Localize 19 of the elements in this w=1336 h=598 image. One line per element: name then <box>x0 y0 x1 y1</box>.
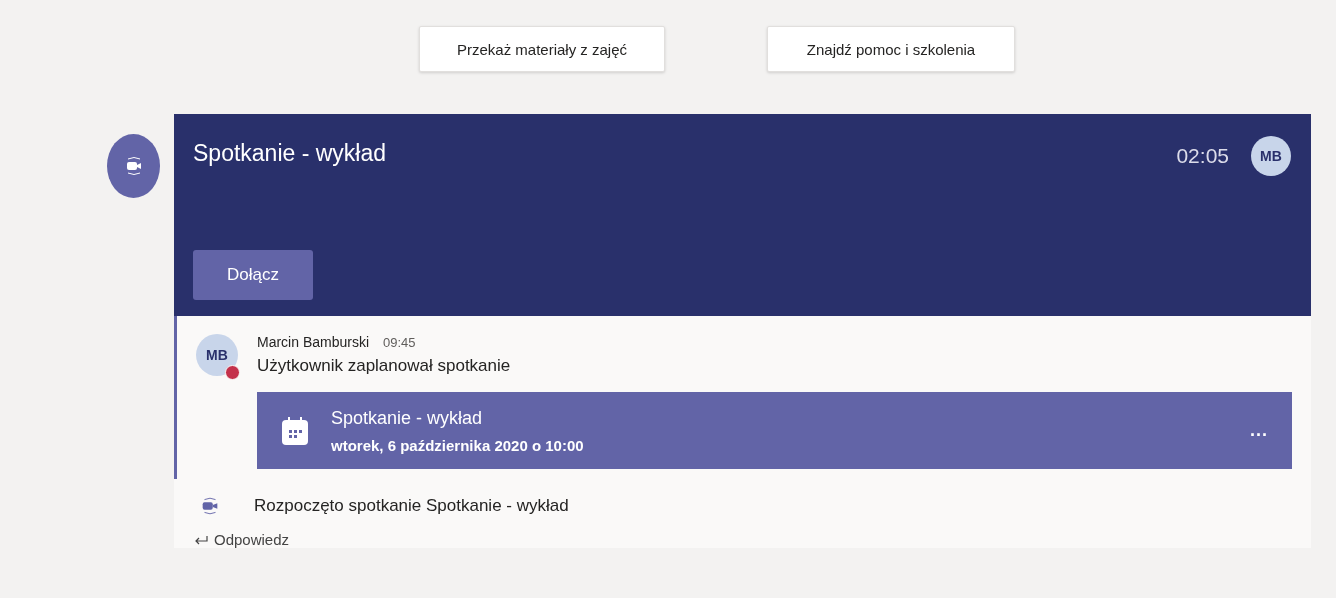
reply-arrow-icon <box>194 533 208 546</box>
message-time: 09:45 <box>383 335 416 350</box>
meeting-date: wtorek, 6 października 2020 o 10:00 <box>331 436 585 454</box>
event-text: Rozpoczęto spotkanie Spotkanie - wykład <box>254 496 569 516</box>
join-button[interactable]: Dołącz <box>193 250 313 300</box>
action-button[interactable]: Przekaż materiały z zajęć <box>419 26 665 72</box>
meeting-title: Spotkanie - wykład <box>193 139 388 167</box>
action-button[interactable]: Znajdź pomoc i szkolenia <box>767 26 1015 72</box>
meeting-duration: 02:05 <box>1176 144 1229 168</box>
author-name: Marcin Bamburski <box>257 334 370 350</box>
presence-dot <box>225 365 240 380</box>
meeting-card[interactable]: Spotkanie - wykład wtorek, 6 października 2020 o 10:00 ... <box>257 392 1292 469</box>
message-text: Użytkownik zaplanował spotkanie <box>257 356 512 376</box>
reply-button[interactable]: Odpowiedz <box>174 517 290 548</box>
avatar: MB <box>1251 136 1291 176</box>
more-options-button[interactable]: ... <box>1250 420 1268 441</box>
calendar-icon <box>281 415 309 446</box>
meeting-card-title: Spotkanie - wykład <box>331 407 484 429</box>
avatar: MB <box>196 334 238 376</box>
